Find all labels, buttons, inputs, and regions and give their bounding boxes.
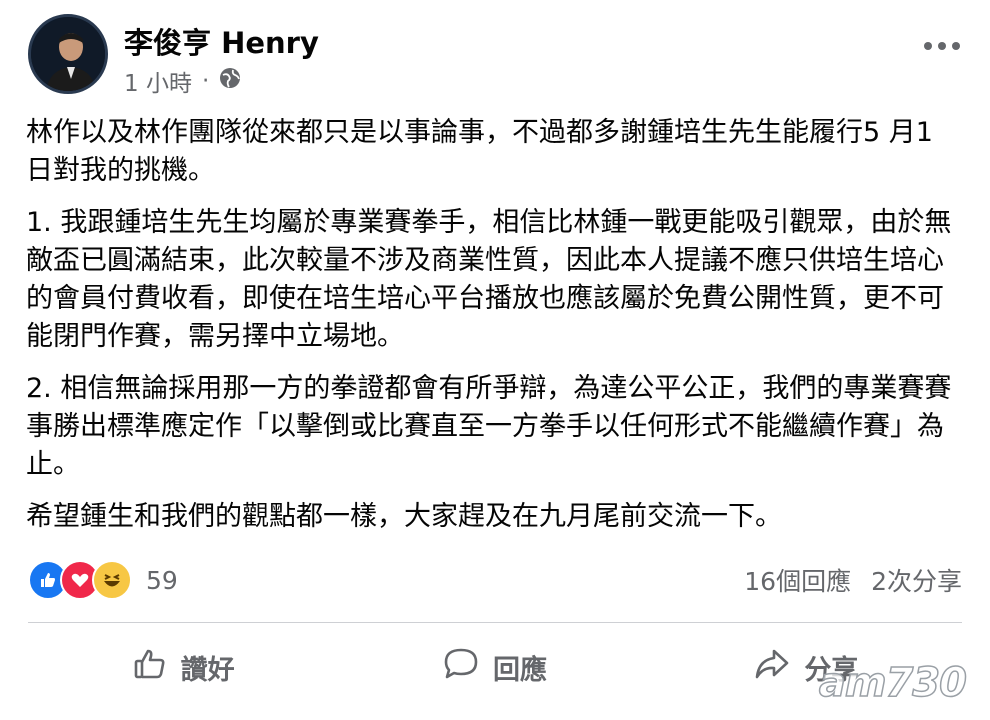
author-avatar[interactable] xyxy=(28,14,108,94)
post-paragraph: 林作以及林作團隊從來都只是以事論事，不過都多謝鍾培生先生能履行5 月1 日對我的… xyxy=(26,117,933,186)
reactions-summary[interactable]: 59 xyxy=(28,560,178,600)
post-header: 李俊亨 Henry 1 小時 · xyxy=(28,14,960,104)
post-paragraph: 希望鍾生和我們的觀點都一樣，大家趕及在九月尾前交流一下。 xyxy=(26,501,782,532)
post-meta: 1 小時 · xyxy=(124,64,241,98)
am730-watermark-logo: am730 xyxy=(818,659,968,707)
post-time[interactable]: 1 小時 xyxy=(124,64,192,98)
post-content: 林作以及林作團隊從來都只是以事論事，不過都多謝鍾培生先生能履行5 月1 日對我的… xyxy=(26,114,956,550)
comment-button[interactable]: 回應 xyxy=(339,632,650,702)
comment-count[interactable]: 16個回應 xyxy=(744,562,851,598)
reaction-count: 59 xyxy=(146,565,178,595)
haha-reaction-icon xyxy=(92,560,132,600)
share-count[interactable]: 2次分享 xyxy=(871,562,962,598)
globe-icon xyxy=(219,67,241,95)
thumbs-up-icon xyxy=(133,647,167,688)
share-arrow-icon xyxy=(754,648,790,687)
like-button[interactable]: 讚好 xyxy=(28,632,339,702)
actions-divider xyxy=(28,622,962,623)
meta-separator: · xyxy=(201,68,210,94)
post-stats: 59 16個回應 2次分享 xyxy=(28,560,962,600)
author-name[interactable]: 李俊亨 Henry xyxy=(124,20,319,62)
like-label: 讚好 xyxy=(180,654,235,686)
comment-label: 回應 xyxy=(492,654,547,686)
post-paragraph: 2. 相信無論採用那一方的拳證都會有所爭辯，為達公平公正，我們的專業賽賽事勝出標… xyxy=(26,373,952,480)
engagement-counts: 16個回應 2次分享 xyxy=(744,562,962,598)
post-paragraph: 1. 我跟鍾培生先生均屬於專業賽拳手，相信比林鍾一戰更能吸引觀眾，由於無敵盃已圓… xyxy=(26,207,952,352)
comment-bubble-icon xyxy=(443,647,479,688)
more-options-icon[interactable] xyxy=(924,36,960,56)
